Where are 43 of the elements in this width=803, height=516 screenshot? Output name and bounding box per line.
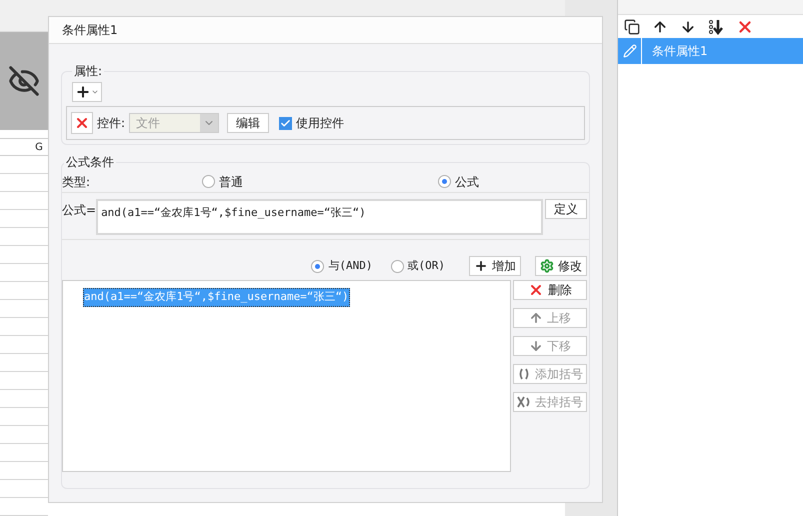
modify-button[interactable]: 修改: [535, 256, 587, 276]
pencil-icon: [622, 44, 636, 58]
move-bottom-icon[interactable]: [708, 18, 724, 34]
arrow-up-icon[interactable]: [652, 18, 668, 34]
control-dropdown[interactable]: 文件: [129, 113, 220, 133]
checkbox[interactable]: [279, 116, 292, 130]
delete-button[interactable]: [71, 112, 93, 134]
radio-button[interactable]: [202, 175, 215, 188]
radio-button[interactable]: [311, 260, 324, 272]
section-title: 属性:: [73, 63, 104, 80]
arrow-down-icon[interactable]: [680, 18, 696, 34]
plus-icon: [75, 84, 91, 100]
parentheses-icon: [517, 367, 531, 381]
section-title: 公式条件: [65, 154, 115, 171]
caret-icon: [91, 88, 99, 96]
window-title: 条件属性1: [62, 22, 118, 39]
copy-icon[interactable]: [624, 18, 640, 34]
formula-label: 公式=: [62, 202, 96, 219]
list-item[interactable]: 条件属性1: [618, 38, 803, 64]
list-item-label: 条件属性1: [652, 43, 708, 60]
formula-field[interactable]: and(a1==“金农库1号“,$fine_username=“张三“): [96, 199, 543, 235]
close-icon: [74, 115, 90, 131]
control-label: 控件:: [97, 115, 126, 132]
column-header: G: [35, 140, 43, 154]
type-label: 类型:: [62, 174, 92, 190]
gear-icon: [540, 259, 554, 273]
radio-label: 普通: [219, 174, 243, 190]
radio-button[interactable]: [438, 175, 451, 188]
delete-button[interactable]: 删除: [513, 280, 587, 300]
radio-label: 或(OR): [408, 258, 445, 274]
radio-button[interactable]: [390, 260, 404, 272]
add-button[interactable]: 增加: [469, 256, 521, 276]
plus-icon: [474, 259, 488, 273]
radio-label: 与(AND): [328, 258, 372, 274]
define-button[interactable]: 定义: [545, 199, 587, 219]
remove-parentheses-icon: [517, 395, 531, 409]
radio-label: 公式: [455, 174, 479, 190]
close-icon: [528, 282, 544, 298]
checkbox-label: 使用控件: [296, 115, 344, 132]
add-dropdown-button[interactable]: [72, 82, 102, 102]
eye-off-icon: [8, 65, 40, 97]
edit-button[interactable]: 编辑: [227, 113, 270, 133]
condition-item[interactable]: and(a1==“金农库1号“,$fine_username=“张三“): [83, 288, 350, 306]
